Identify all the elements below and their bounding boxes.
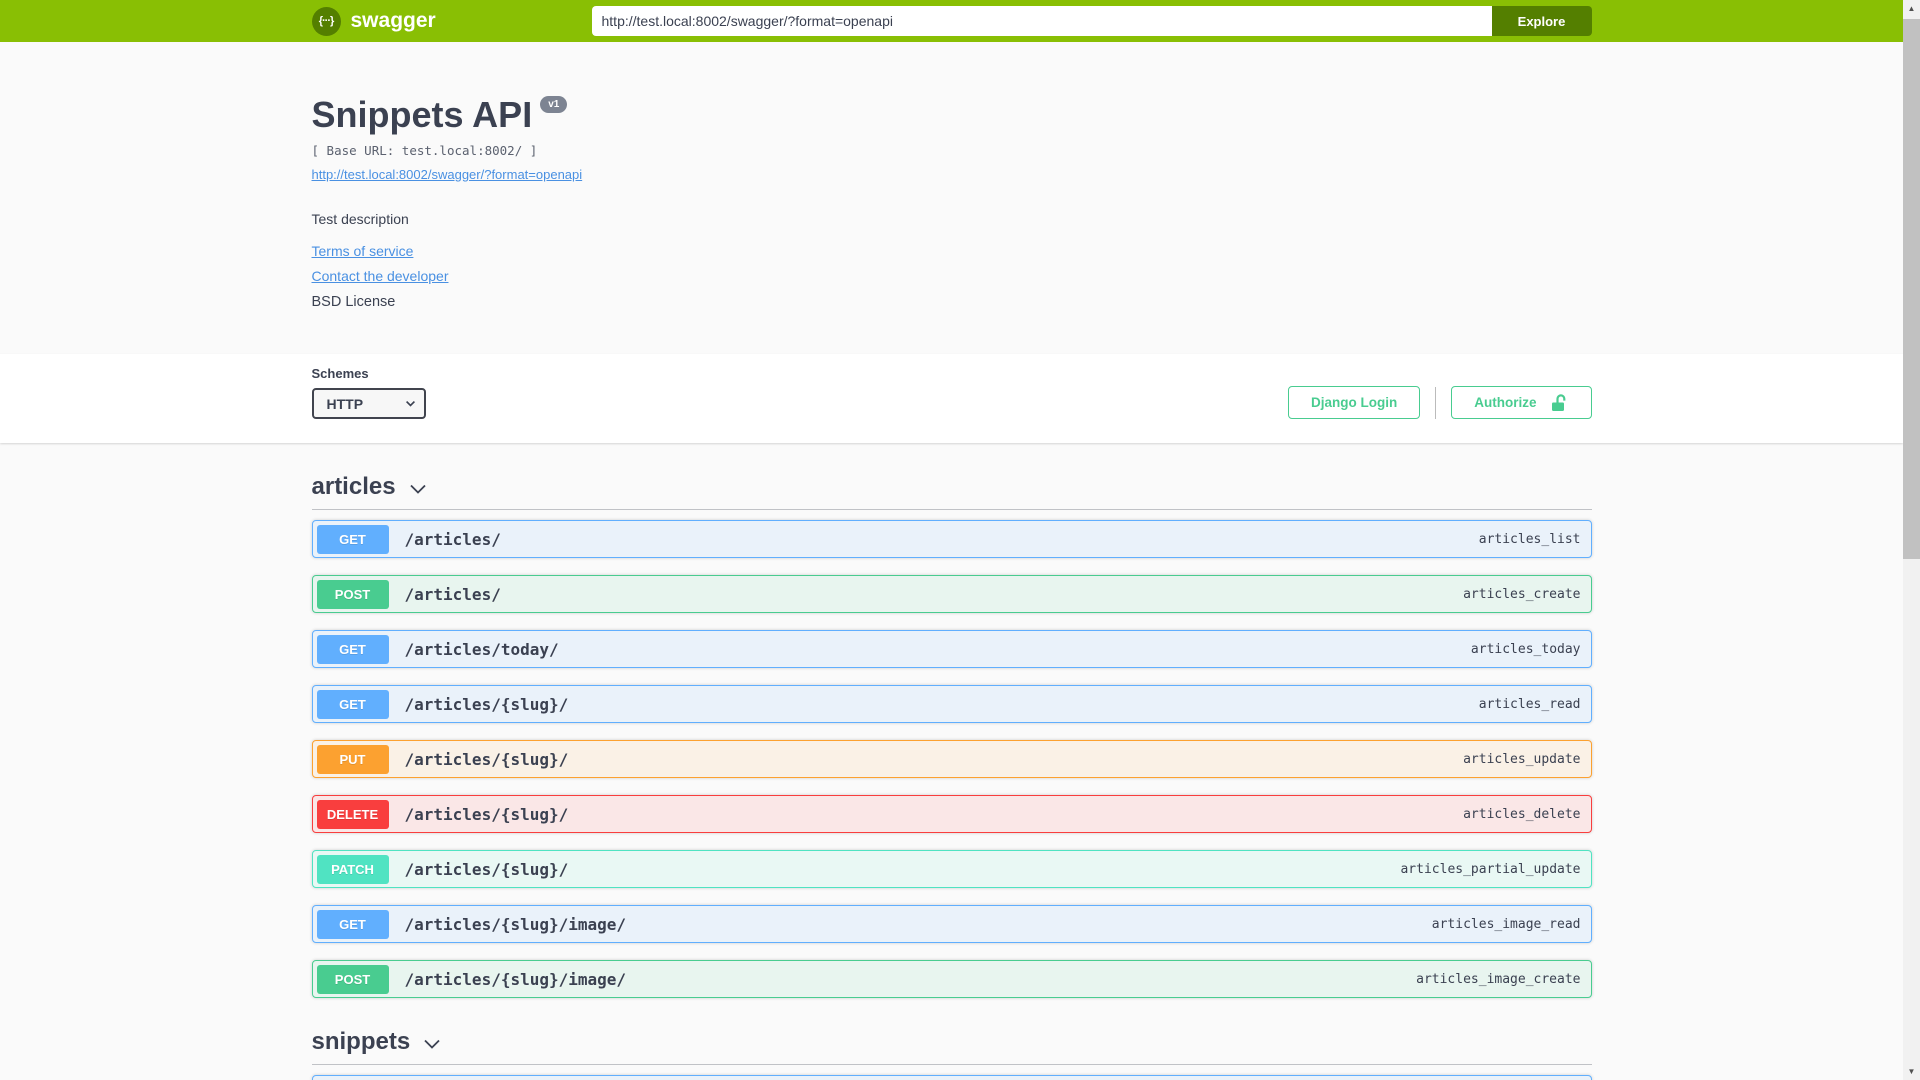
- django-login-label: Django Login: [1311, 395, 1398, 410]
- explore-button[interactable]: Explore: [1491, 6, 1592, 36]
- swagger-logo-icon: {···}: [311, 6, 341, 36]
- auth-wrapper: Django Login Authorize: [1288, 386, 1592, 419]
- license-text: BSD License: [311, 294, 396, 310]
- operation-row[interactable]: PATCH /articles/{slug}/ articles_partial…: [311, 850, 1592, 888]
- scrollbar-up-arrow-icon[interactable]: ▲: [1903, 0, 1920, 17]
- operation-row[interactable]: GET /articles/{slug}/ articles_read: [311, 685, 1592, 723]
- version-badge: v1: [540, 96, 568, 113]
- api-description: Test description: [311, 211, 409, 227]
- method-badge: PATCH: [316, 854, 389, 884]
- schemes-select[interactable]: HTTP: [311, 388, 426, 419]
- method-badge: POST: [316, 964, 389, 994]
- operation-id: articles_create: [1463, 586, 1581, 602]
- topbar: {···} swagger Explore: [0, 0, 1903, 42]
- operation-id: articles_list: [1478, 531, 1581, 547]
- operation-id: articles_delete: [1463, 806, 1581, 822]
- operation-row[interactable]: POST /articles/{slug}/image/ articles_im…: [311, 960, 1592, 998]
- section-snippets: snippets GET /snippets/ snippets_list: [311, 1028, 1592, 1080]
- operation-row[interactable]: DELETE /articles/{slug}/ articles_delete: [311, 795, 1592, 833]
- section-snippets-header[interactable]: snippets: [311, 1028, 1592, 1065]
- api-title-text: Snippets API: [311, 94, 533, 135]
- operation-row[interactable]: PUT /articles/{slug}/ articles_update: [311, 740, 1592, 778]
- schemes-block: Schemes HTTP: [311, 366, 426, 419]
- operation-id: articles_today: [1470, 641, 1581, 657]
- section-tag-label: snippets: [311, 1028, 411, 1055]
- operation-path: /articles/{slug}/: [404, 859, 569, 879]
- contact-developer-link[interactable]: Contact the developer: [312, 268, 449, 284]
- operation-row[interactable]: GET /snippets/ snippets_list: [311, 1075, 1592, 1080]
- django-login-button[interactable]: Django Login: [1288, 386, 1421, 419]
- scheme-container: Schemes HTTP Django Login Authorize: [0, 354, 1903, 443]
- authorize-label: Authorize: [1474, 395, 1537, 410]
- swagger-brand: {···} swagger: [311, 6, 436, 36]
- scrollbar-thumb[interactable]: [1903, 19, 1920, 559]
- operation-row[interactable]: GET /articles/ articles_list: [311, 520, 1592, 558]
- operation-path: /articles/: [404, 584, 501, 604]
- page-title: Snippets API v1: [312, 94, 1592, 136]
- scrollbar-down-arrow-icon[interactable]: ▼: [1903, 1063, 1920, 1080]
- method-badge: DELETE: [316, 799, 389, 829]
- section-tag-label: articles: [311, 473, 396, 500]
- schemes-label: Schemes: [311, 366, 369, 381]
- operation-path: /articles/{slug}/image/: [404, 969, 627, 989]
- spec-url-input[interactable]: [591, 6, 1492, 36]
- base-url: [ Base URL: test.local:8002/ ]: [311, 143, 538, 158]
- vertical-scrollbar[interactable]: ▲ ▼: [1903, 0, 1920, 1080]
- section-articles: articles GET /articles/ articles_list PO…: [311, 473, 1592, 998]
- operation-row[interactable]: POST /articles/ articles_create: [311, 575, 1592, 613]
- operation-id: articles_update: [1463, 751, 1581, 767]
- unlocked-padlock-icon: [1551, 393, 1565, 411]
- operation-row[interactable]: GET /articles/{slug}/image/ articles_ima…: [311, 905, 1592, 943]
- swagger-ui-page: {···} swagger Explore Snippets API v1 [ …: [0, 0, 1903, 1080]
- operation-path: /articles/{slug}/: [404, 694, 569, 714]
- method-badge: POST: [316, 579, 389, 609]
- terms-of-service-link[interactable]: Terms of service: [312, 243, 414, 259]
- chevron-down-icon: [409, 484, 426, 494]
- operation-path: /articles/: [404, 529, 501, 549]
- method-badge: GET: [316, 524, 389, 554]
- explore-form: Explore: [591, 6, 1592, 36]
- operation-id: articles_image_create: [1416, 971, 1581, 987]
- operation-id: articles_read: [1478, 696, 1581, 712]
- spec-link[interactable]: http://test.local:8002/swagger/?format=o…: [312, 167, 583, 182]
- authorize-button[interactable]: Authorize: [1451, 386, 1592, 419]
- method-badge: GET: [316, 909, 389, 939]
- operation-row[interactable]: GET /articles/today/ articles_today: [311, 630, 1592, 668]
- operation-path: /articles/{slug}/image/: [404, 914, 627, 934]
- api-info-section: Snippets API v1 [ Base URL: test.local:8…: [0, 42, 1903, 354]
- operation-path: /articles/{slug}/: [404, 804, 569, 824]
- brand-name: swagger: [350, 9, 436, 32]
- method-badge: GET: [316, 634, 389, 664]
- chevron-down-icon: [424, 1039, 440, 1049]
- section-articles-header[interactable]: articles: [311, 473, 1592, 510]
- operation-id: articles_image_read: [1431, 916, 1581, 932]
- operation-path: /articles/today/: [404, 639, 559, 659]
- method-badge: PUT: [316, 744, 389, 774]
- method-badge: GET: [316, 689, 389, 719]
- auth-divider: [1435, 386, 1437, 419]
- operation-path: /articles/{slug}/: [404, 749, 569, 769]
- operation-id: articles_partial_update: [1400, 861, 1581, 877]
